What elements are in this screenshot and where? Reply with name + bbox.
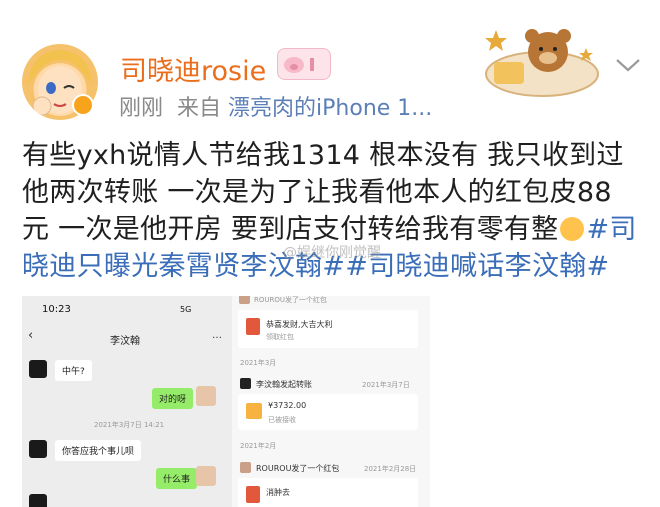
decoration-bear-icon xyxy=(482,22,602,108)
history-date: 2021年3月7日 xyxy=(362,381,410,389)
history-row: ROUROU发了一个红包 xyxy=(256,464,340,473)
history-row: ROUROU发了一个红包 xyxy=(254,296,327,304)
post-source[interactable]: 漂亮肉的iPhone 1... xyxy=(228,96,432,121)
post-line-3-text: 元 一次是他开房 要到店支付转给我有零有整 xyxy=(22,214,559,245)
post-line-1: 有些yxh说情人节给我1314 根本没有 我只收到过 xyxy=(22,140,624,171)
history-date: 2021年2月28日 xyxy=(364,465,417,473)
transfer-status: 已被接收 xyxy=(268,416,296,424)
username[interactable]: 司晓迪rosie xyxy=(120,49,266,88)
month-label: 2021年3月 xyxy=(240,359,277,367)
chat-bubble: 什么事 xyxy=(156,468,198,489)
mini-avatar xyxy=(240,378,251,389)
chat-timestamp: 2021年3月7日 14:21 xyxy=(94,421,165,429)
contact-avatar xyxy=(29,360,47,378)
post-line-2: 他两次转账 一次是为了让我看他本人的红包皮88 xyxy=(22,177,612,208)
chevron-down-icon[interactable] xyxy=(614,56,642,74)
signal-label: 5G xyxy=(180,305,192,314)
mini-avatar xyxy=(239,296,250,304)
history-row: 李汶翰发起转账 xyxy=(256,380,312,389)
red-packet-icon xyxy=(246,486,260,503)
red-packet-icon xyxy=(246,318,260,335)
chat-screenshot[interactable]: 10:23 5G ‹ 李汶翰 … 中午? 对的呀 2021年3月7日 14:21… xyxy=(22,296,235,507)
contact-avatar xyxy=(29,494,47,507)
self-avatar xyxy=(196,466,216,486)
chat-bubble: 你答应我个事儿呗 xyxy=(55,440,142,461)
chat-header: 10:23 5G ‹ 李汶翰 … xyxy=(22,296,235,347)
watermark: @娱继你刚觉醒 xyxy=(283,245,381,261)
from-label: 来自 xyxy=(177,96,222,121)
chat-bubble: 中午? xyxy=(55,360,92,381)
emoji-icon xyxy=(560,217,585,241)
hashtag-start[interactable]: #司 xyxy=(586,214,636,245)
transfer-amount: ¥3732.00 xyxy=(268,401,307,410)
mini-avatar xyxy=(240,462,251,473)
post-meta: 刚刚 来自 漂亮肉的iPhone 1... xyxy=(119,90,432,122)
contact-avatar xyxy=(29,440,47,458)
verified-badge-icon xyxy=(72,94,94,116)
more-icon: … xyxy=(212,330,222,341)
chat-bubble: 对的呀 xyxy=(152,388,194,409)
red-packet-card: 恭喜发财,大吉大利 领取红包 xyxy=(238,310,418,348)
card-title: 消肿去 xyxy=(266,488,290,497)
post-text: 有些yxh说情人节给我1314 根本没有 我只收到过 他两次转账 一次是为了让我… xyxy=(22,137,642,285)
pig-badge-icon xyxy=(277,48,331,80)
back-icon: ‹ xyxy=(28,328,34,343)
transfer-card: ¥3732.00 已被接收 xyxy=(238,394,418,430)
self-avatar xyxy=(196,386,216,406)
card-sub: 领取红包 xyxy=(266,333,294,341)
transfer-icon xyxy=(246,403,262,419)
post-time: 刚刚 xyxy=(119,96,164,121)
status-time: 10:23 xyxy=(42,304,71,315)
month-label: 2021年2月 xyxy=(240,442,277,450)
chat-name: 李汶翰 xyxy=(110,336,140,347)
red-packet-card: 消肿去 xyxy=(238,478,418,507)
card-title: 恭喜发财,大吉大利 xyxy=(266,320,333,329)
transfer-screenshot[interactable]: ROUROU发了一个红包 恭喜发财,大吉大利 领取红包 2021年3月 李汶翰发… xyxy=(232,296,430,507)
